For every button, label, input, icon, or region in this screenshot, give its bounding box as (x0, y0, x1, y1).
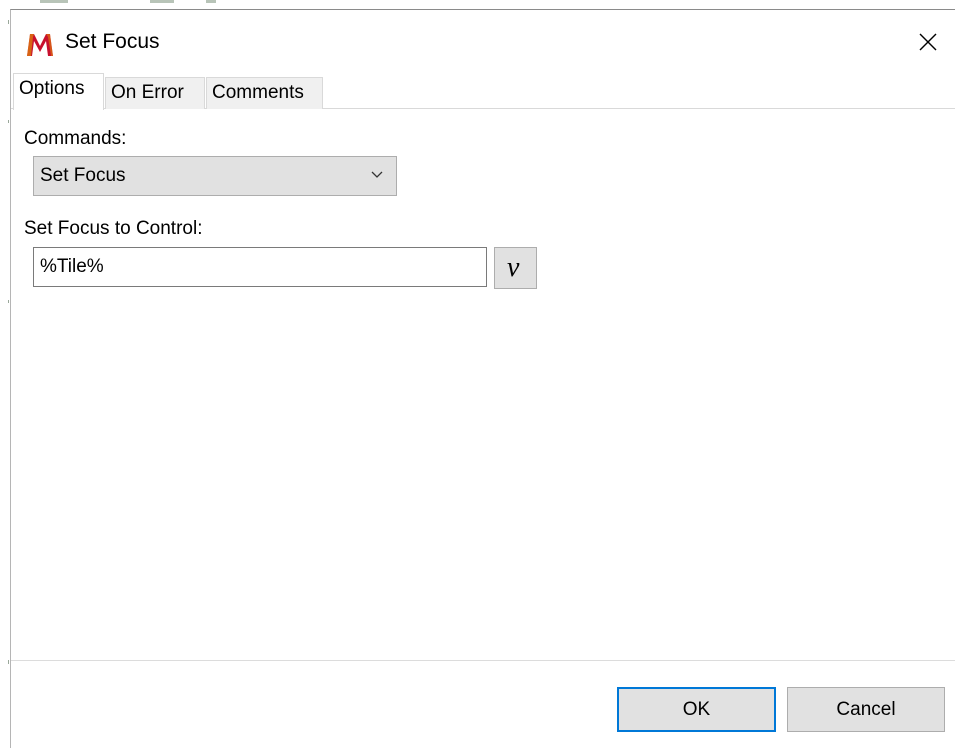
commands-selected-value: Set Focus (40, 165, 126, 186)
commands-dropdown[interactable]: Set Focus (33, 156, 397, 196)
set-focus-dialog: Set Focus Options On Error Comments Comm… (10, 9, 955, 748)
close-icon[interactable] (913, 27, 943, 57)
commands-label: Commands: (24, 128, 127, 149)
insert-variable-button[interactable]: v (494, 247, 537, 289)
variable-icon: v (507, 252, 520, 283)
set-focus-to-control-label: Set Focus to Control: (24, 218, 203, 239)
background-window-top (10, 0, 955, 9)
footer-separator (11, 660, 955, 661)
title-bar: Set Focus (11, 10, 955, 72)
control-input-value: %Tile% (40, 256, 104, 277)
tab-options[interactable]: Options (13, 73, 104, 110)
chevron-down-icon (371, 171, 383, 178)
app-logo-m-icon (27, 34, 53, 56)
cancel-button[interactable]: Cancel (787, 687, 945, 732)
tab-comments[interactable]: Comments (206, 77, 323, 109)
background-window-edge (0, 0, 10, 748)
window-title: Set Focus (65, 30, 160, 53)
control-input[interactable]: %Tile% (33, 247, 487, 287)
ok-button[interactable]: OK (617, 687, 776, 732)
tab-on-error[interactable]: On Error (105, 77, 205, 109)
tab-strip: Options On Error Comments (11, 73, 955, 110)
